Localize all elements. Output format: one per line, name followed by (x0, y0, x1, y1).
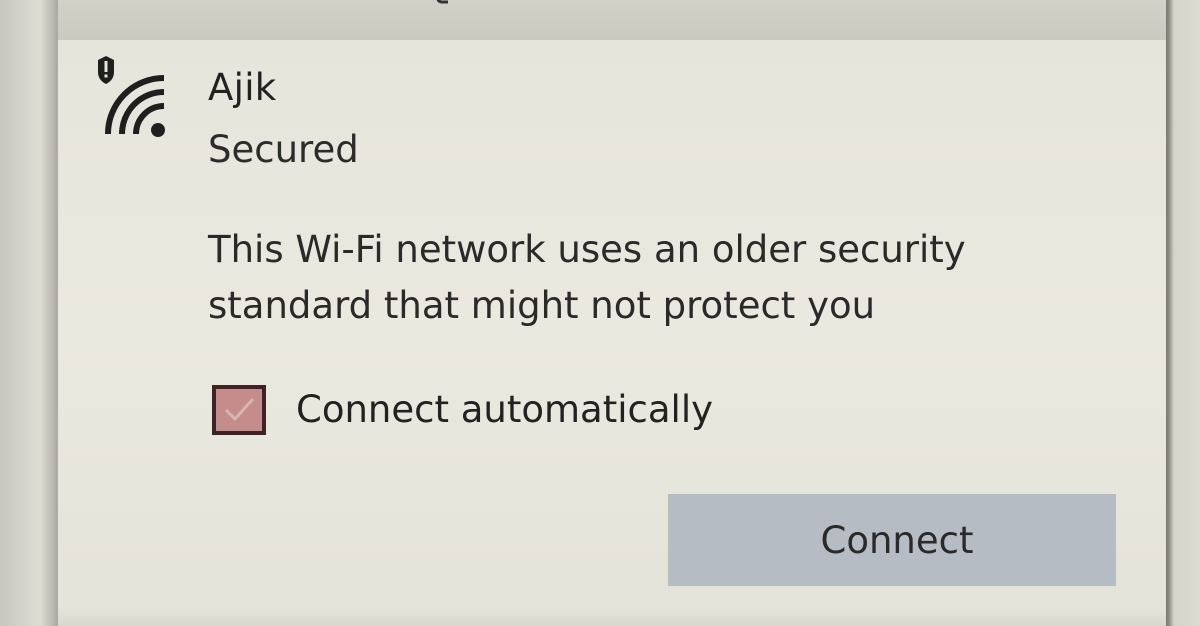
panel-bottom-edge (58, 608, 1166, 626)
wifi-secured-warning-icon (98, 56, 165, 137)
checkmark-icon (224, 397, 255, 422)
window-left-edge (0, 0, 58, 626)
scrollbar[interactable] (1166, 0, 1200, 626)
connect-automatically-option[interactable]: Connect automatically (212, 380, 713, 440)
text-fragment-glyph (436, 0, 448, 4)
previous-list-item[interactable] (58, 0, 1168, 41)
connect-automatically-checkbox[interactable] (212, 385, 266, 435)
network-security-status: Secured (208, 128, 359, 171)
connect-button[interactable]: Connect (668, 494, 1116, 586)
network-name: Ajik (208, 66, 277, 109)
connect-automatically-label: Connect automatically (296, 388, 713, 431)
security-warning-text: This Wi-Fi network uses an older securit… (208, 228, 966, 327)
